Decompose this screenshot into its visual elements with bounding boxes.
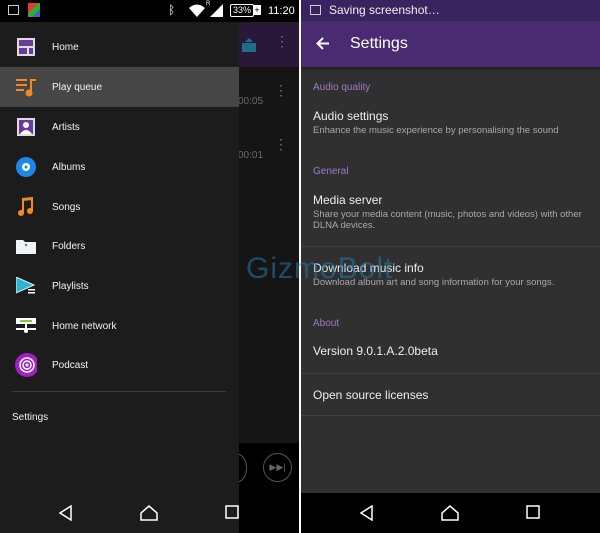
version-item[interactable]: Version 9.0.1.A.2.0beta bbox=[313, 344, 438, 358]
signal-icon bbox=[210, 4, 223, 17]
drawer-item-home-network[interactable]: Home network bbox=[0, 306, 239, 346]
back-arrow-icon[interactable] bbox=[316, 37, 330, 50]
page-title: Settings bbox=[350, 35, 408, 52]
left-screen: ⋮ 00:05 00:01 ⋮ ⋮ ▶▶| ᛒ R 33% + 11:20 Ho… bbox=[0, 0, 299, 533]
section-general: General bbox=[313, 166, 349, 177]
folder-icon bbox=[15, 235, 37, 257]
track-time: 00:01 bbox=[238, 150, 264, 161]
overflow-menu-icon[interactable]: ⋮ bbox=[275, 34, 289, 48]
item-summary: Share your media content (music, photos … bbox=[313, 209, 582, 231]
open-source-licenses-item[interactable]: Open source licenses bbox=[313, 388, 428, 402]
image-icon bbox=[310, 5, 321, 15]
toolbar: Settings bbox=[301, 21, 600, 67]
track-menu-icon[interactable]: ⋮ bbox=[274, 137, 288, 151]
divider bbox=[301, 373, 600, 374]
drawer-item-home[interactable]: Home bbox=[0, 27, 239, 67]
status-bar: Saving screenshot… bbox=[301, 0, 600, 21]
battery-icon: 33% bbox=[230, 4, 255, 17]
item-summary: Enhance the music experience by personal… bbox=[313, 125, 559, 136]
bluetooth-icon: ᛒ bbox=[168, 3, 176, 17]
next-track-icon[interactable]: ▶▶| bbox=[263, 453, 292, 482]
section-about: About bbox=[313, 318, 340, 329]
drawer-divider bbox=[12, 391, 226, 392]
drawer-item-playlists[interactable]: Playlists bbox=[0, 266, 239, 306]
drawer-item-artists[interactable]: Artists bbox=[0, 107, 239, 147]
drawer-item-folders[interactable]: Folders bbox=[0, 226, 239, 266]
drawer-item-label: Home bbox=[52, 41, 79, 53]
drawer-item-label: Home network bbox=[52, 320, 117, 332]
share-icon bbox=[242, 38, 256, 52]
music-note-icon bbox=[15, 196, 37, 218]
navigation-drawer: Home Play queue Artists Albums Songs Fol… bbox=[0, 22, 239, 533]
divider bbox=[301, 246, 600, 247]
drawer-item-label: Albums bbox=[52, 161, 86, 173]
navigation-bar bbox=[301, 493, 600, 533]
drawer-item-label: Playlists bbox=[52, 280, 89, 292]
charging-icon: + bbox=[253, 5, 261, 15]
download-music-info-item[interactable]: Download music info Download album art a… bbox=[301, 252, 600, 296]
drawer-item-play-queue[interactable]: Play queue bbox=[0, 67, 239, 107]
playlist-icon bbox=[15, 275, 37, 297]
status-text: Saving screenshot… bbox=[329, 3, 440, 17]
drawer-item-albums[interactable]: Albums bbox=[0, 147, 239, 187]
navigation-bar bbox=[0, 493, 299, 533]
item-title: Media server bbox=[313, 193, 383, 207]
image-icon bbox=[8, 5, 19, 15]
track-time: 00:05 bbox=[238, 96, 264, 107]
drawer-item-label: Podcast bbox=[52, 359, 89, 371]
right-screen: Saving screenshot… Settings Audio qualit… bbox=[301, 0, 600, 533]
home-grid-icon bbox=[15, 36, 37, 58]
recents-icon[interactable] bbox=[526, 505, 540, 519]
track-menu-icon[interactable]: ⋮ bbox=[274, 83, 288, 97]
wifi-icon bbox=[189, 4, 205, 17]
home-network-icon bbox=[15, 315, 37, 337]
album-icon bbox=[15, 156, 37, 178]
audio-settings-item[interactable]: Audio settings Enhance the music experie… bbox=[301, 100, 600, 144]
home-icon[interactable] bbox=[140, 505, 158, 521]
section-audio-quality: Audio quality bbox=[313, 82, 371, 93]
drawer-item-podcast[interactable]: Podcast bbox=[0, 345, 239, 385]
podcast-icon bbox=[15, 353, 37, 377]
drawer-item-label: Folders bbox=[52, 240, 86, 252]
artist-icon bbox=[15, 116, 37, 138]
clock: 11:20 bbox=[268, 5, 295, 17]
item-title: Download music info bbox=[313, 261, 424, 275]
item-title: Audio settings bbox=[313, 109, 389, 123]
play-queue-icon bbox=[15, 76, 37, 98]
drawer-item-label: Play queue bbox=[52, 81, 103, 93]
item-summary: Download album art and song information … bbox=[313, 277, 555, 288]
drawer-item-label: Songs bbox=[52, 201, 81, 213]
drawer-item-songs[interactable]: Songs bbox=[0, 187, 239, 227]
media-server-item[interactable]: Media server Share your media content (m… bbox=[301, 184, 600, 246]
back-icon[interactable] bbox=[359, 505, 375, 521]
divider bbox=[301, 415, 600, 416]
status-bar: ᛒ R 33% + 11:20 bbox=[0, 0, 299, 22]
background-toolbar: ⋮ bbox=[239, 22, 299, 67]
recents-icon[interactable] bbox=[225, 505, 239, 519]
back-icon[interactable] bbox=[58, 505, 74, 521]
drawer-settings[interactable]: Settings bbox=[12, 412, 48, 423]
home-icon[interactable] bbox=[441, 505, 459, 521]
background-list bbox=[239, 67, 299, 443]
drawer-item-label: Artists bbox=[52, 121, 80, 133]
app-icon bbox=[28, 3, 40, 17]
